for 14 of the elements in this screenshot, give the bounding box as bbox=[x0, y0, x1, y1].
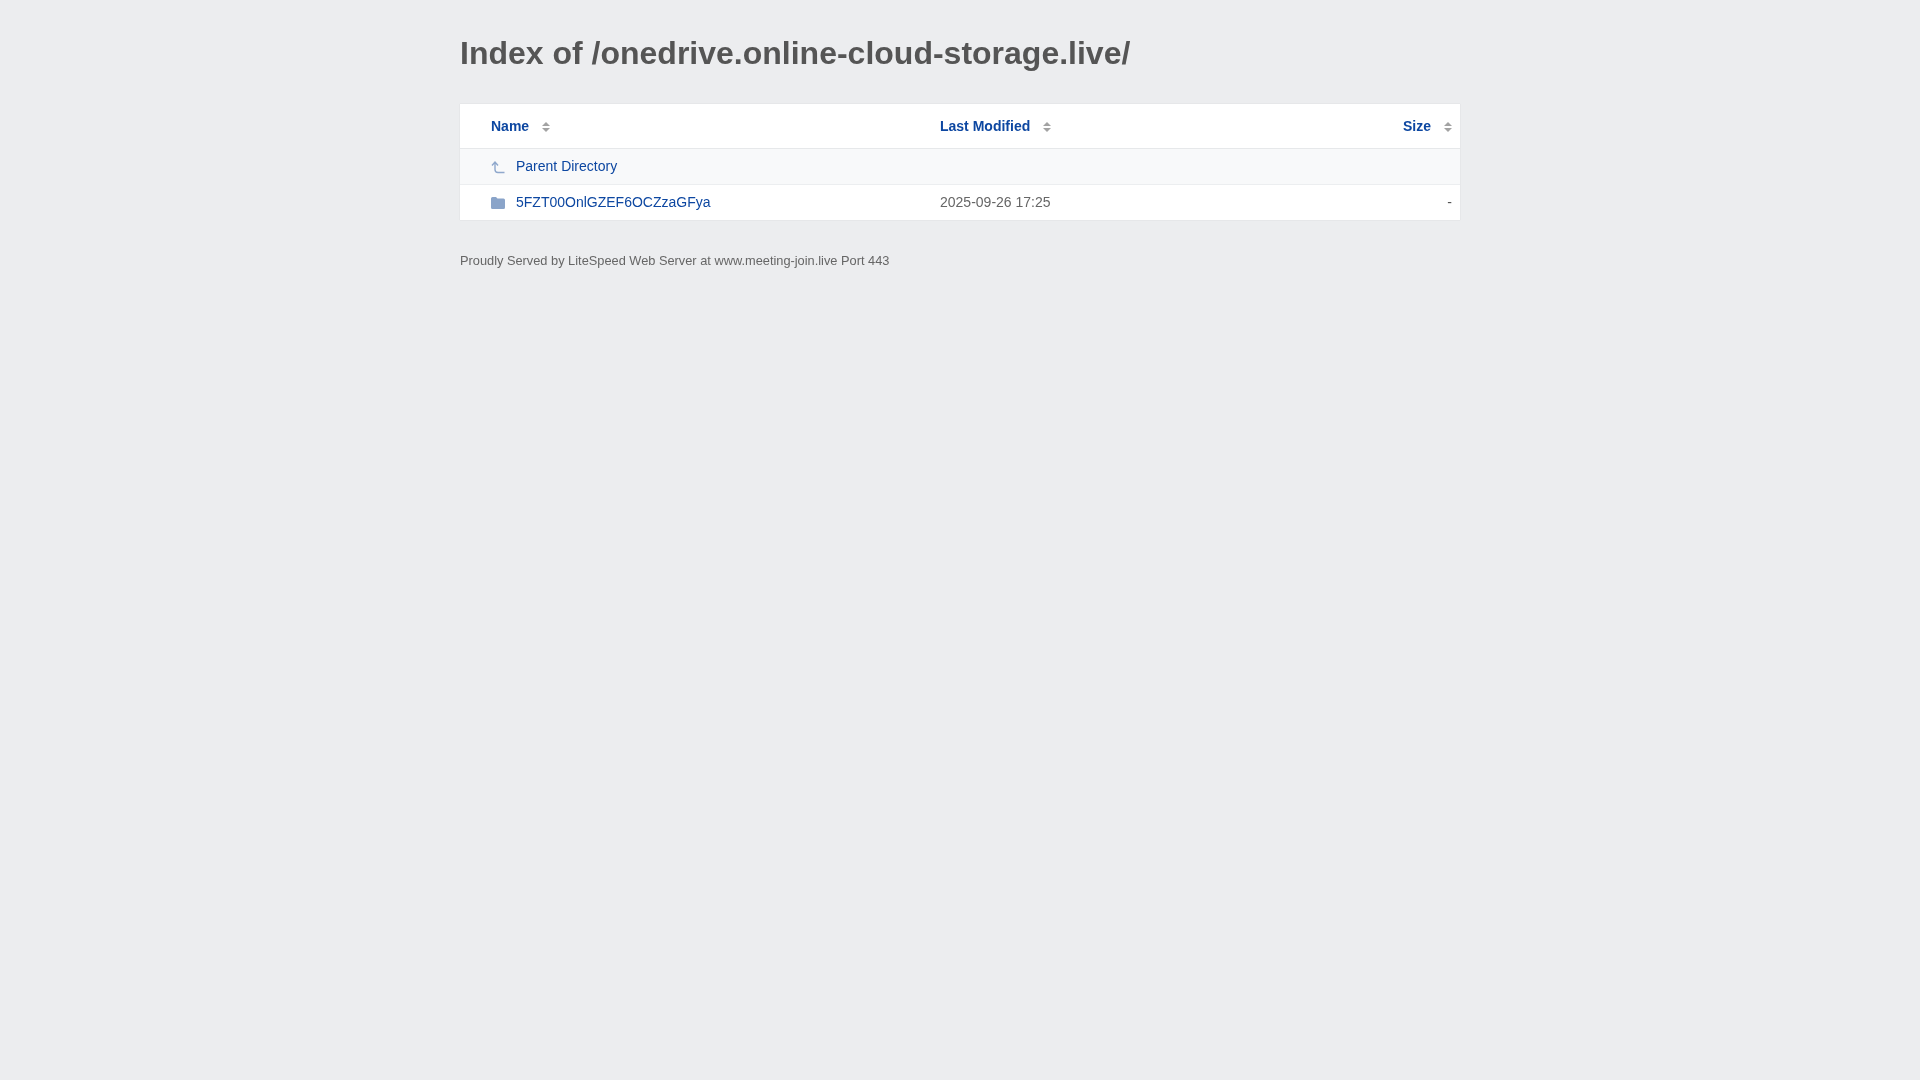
size-text: - bbox=[1447, 194, 1452, 211]
sort-icon bbox=[542, 121, 551, 132]
column-sort-link[interactable]: Size bbox=[1403, 117, 1431, 134]
modified-date-text: 2025-09-26 17:25 bbox=[940, 194, 1051, 211]
column-sort-link[interactable]: Name bbox=[491, 117, 530, 134]
server-footer-text: Proudly Served by LiteSpeed Web Server at www.meeting-join.live Port 443 bbox=[460, 252, 890, 271]
up-arrow-icon bbox=[491, 160, 505, 175]
sort-icon bbox=[1043, 121, 1052, 132]
parent-directory-link[interactable]: Parent Directory bbox=[516, 157, 618, 174]
sort-icon bbox=[1444, 121, 1452, 132]
column-sort-link[interactable]: Last Modified bbox=[940, 117, 1031, 134]
folder-icon bbox=[491, 197, 505, 210]
folder-link[interactable]: 5FZT00OnlGZEF6OCZzaGFya bbox=[516, 194, 711, 211]
page-title: Index of /onedrive.online-cloud-storage.live/ bbox=[460, 34, 1132, 73]
